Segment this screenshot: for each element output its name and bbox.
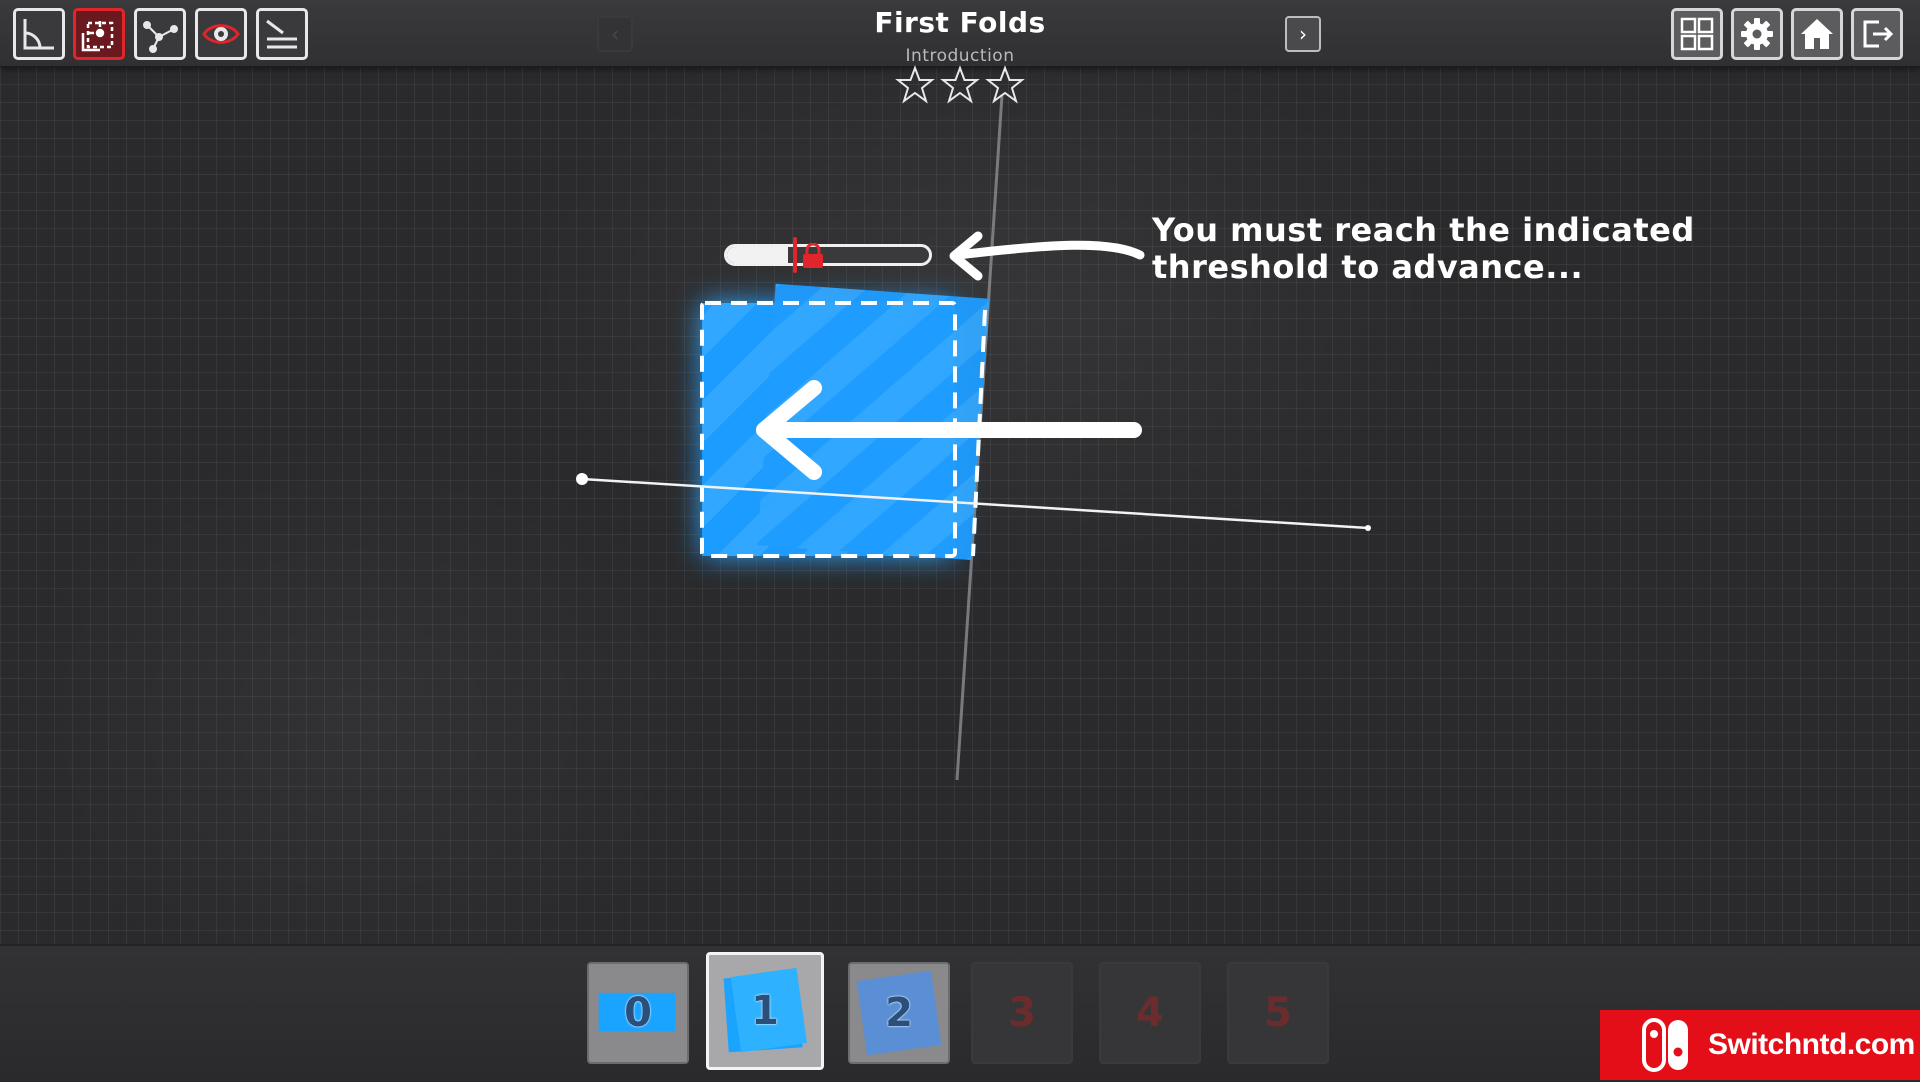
play-area[interactable]	[0, 0, 1920, 1080]
switch-logo-icon	[1642, 1018, 1688, 1072]
step-0-thumbnail[interactable]: 0	[587, 962, 689, 1064]
step-1-label: 1	[751, 988, 779, 1034]
watermark: Switchntd.com	[1600, 1010, 1920, 1080]
exit-button[interactable]	[1851, 8, 1903, 60]
step-3-label: 3	[1008, 990, 1036, 1036]
fold-select-icon	[81, 21, 114, 52]
layers-icon	[266, 19, 297, 49]
step-2-thumbnail[interactable]: 2	[848, 962, 950, 1064]
top-bar: ‹ First Folds Introduction ›	[0, 0, 1920, 67]
star-rating	[895, 65, 1025, 104]
step-4-thumbnail: 4	[1099, 962, 1201, 1064]
watermark-text: Switchntd.com	[1708, 1028, 1915, 1061]
layers-tool-button[interactable]	[256, 8, 308, 60]
level-select-button[interactable]	[1671, 8, 1723, 60]
step-5-label: 5	[1264, 990, 1292, 1036]
tutorial-hint-line-2: threshold to advance...	[1152, 248, 1584, 286]
fold-progress-fill	[727, 247, 788, 263]
level-title: First Folds	[874, 6, 1046, 39]
exit-icon	[1863, 20, 1894, 48]
star-icon	[895, 65, 935, 104]
tutorial-hint-line-1: You must reach the indicated	[1152, 211, 1695, 249]
step-1-thumbnail[interactable]: 1	[706, 952, 824, 1070]
step-4-label: 4	[1136, 990, 1164, 1036]
angle-icon	[23, 19, 54, 50]
gear-icon	[1741, 18, 1773, 50]
step-2-label: 2	[885, 990, 913, 1036]
star-icon	[940, 65, 980, 104]
hint-arrow	[949, 231, 1145, 281]
drag-start-point[interactable]	[576, 473, 588, 485]
step-0-label: 0	[624, 990, 652, 1036]
lock-icon	[803, 243, 823, 268]
point-tool-button[interactable]	[134, 8, 186, 60]
step-5-thumbnail: 5	[1227, 962, 1329, 1064]
drag-end-point[interactable]	[1365, 525, 1371, 531]
view-tool-button[interactable]	[195, 8, 247, 60]
eye-icon	[202, 24, 240, 44]
angle-tool-button[interactable]	[13, 8, 65, 60]
next-level-button[interactable]: ›	[1285, 16, 1321, 52]
fold-progress-bar	[724, 244, 932, 266]
star-icon	[985, 65, 1025, 104]
threshold-marker	[793, 237, 797, 273]
home-button[interactable]	[1791, 8, 1843, 60]
step-3-thumbnail: 3	[971, 962, 1073, 1064]
previous-level-button[interactable]: ‹	[597, 16, 633, 52]
tutorial-hint: You must reach the indicated threshold t…	[1152, 212, 1712, 286]
level-subtitle: Introduction	[905, 46, 1015, 66]
fold-tool-button[interactable]	[73, 8, 125, 60]
settings-button[interactable]	[1731, 8, 1783, 60]
points-icon	[143, 21, 178, 53]
home-icon	[1801, 19, 1833, 49]
grid-icon	[1680, 17, 1714, 51]
